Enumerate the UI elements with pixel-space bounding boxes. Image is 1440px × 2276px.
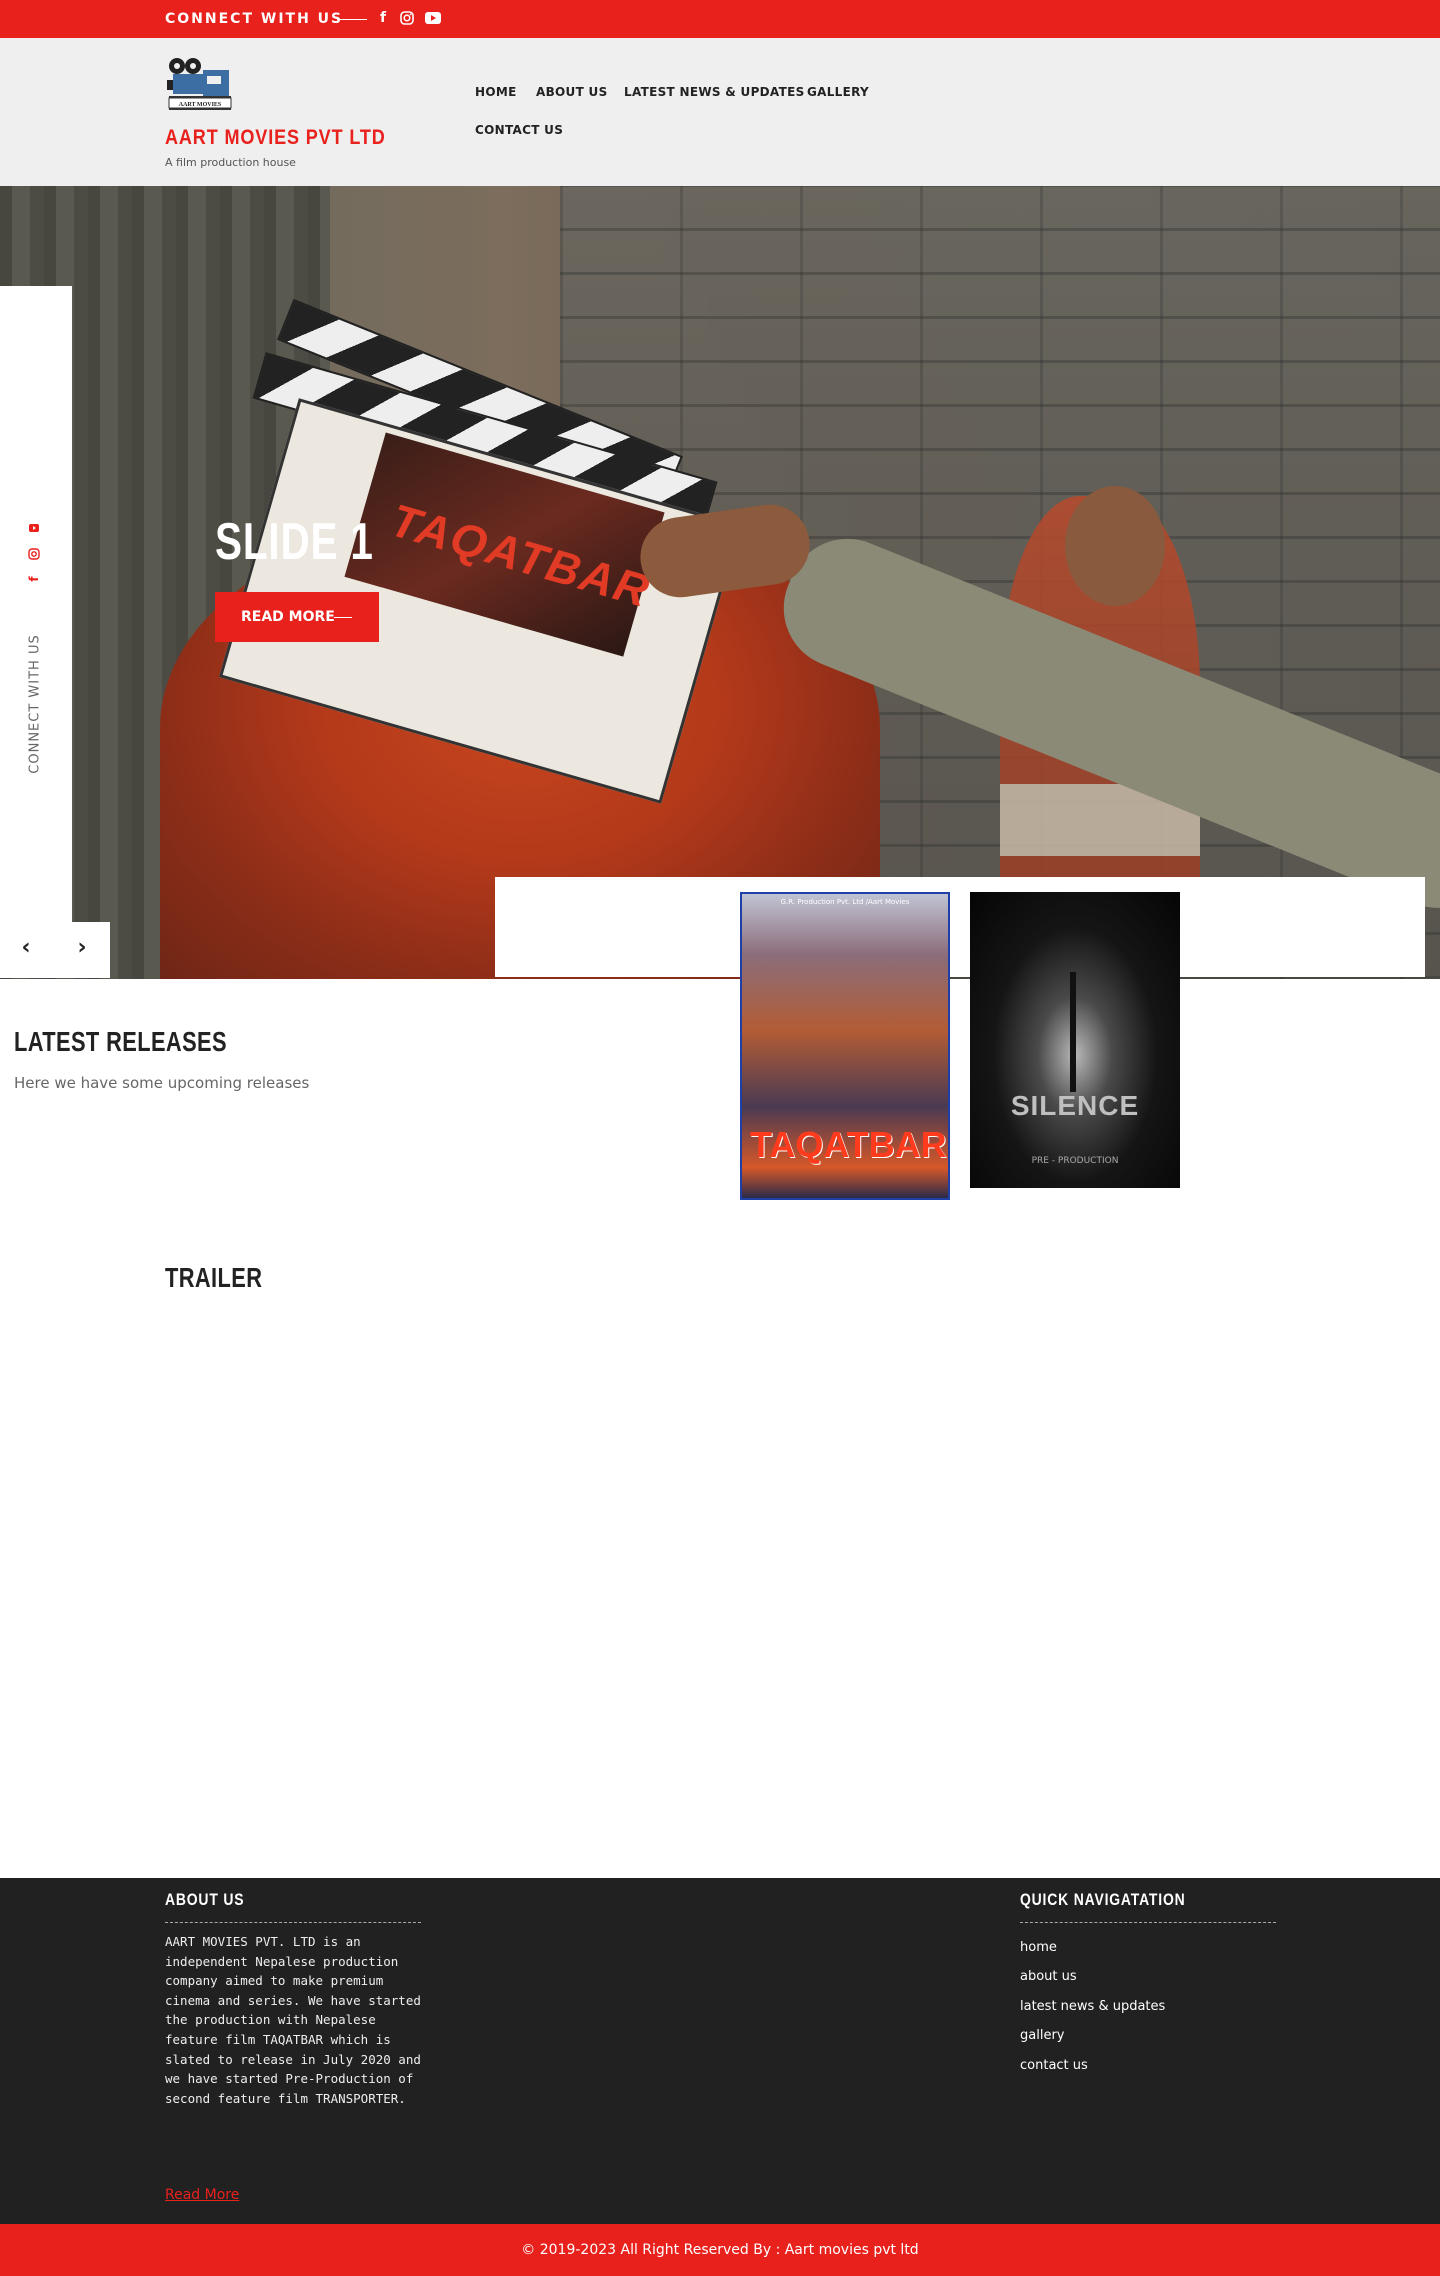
brand-name[interactable]: AART MOVIES PVT LTD bbox=[165, 126, 386, 150]
youtube-icon[interactable] bbox=[423, 8, 443, 28]
connect-label: CONNECT WITH US bbox=[165, 11, 344, 27]
divider-line bbox=[337, 19, 367, 20]
poster-tree bbox=[1070, 972, 1076, 1092]
instagram-icon[interactable] bbox=[26, 548, 42, 564]
releases-overlap-box bbox=[495, 877, 1425, 977]
chevron-right-icon[interactable]: › bbox=[70, 936, 94, 960]
footer-divider bbox=[1020, 1922, 1276, 1923]
side-social-panel: f CONNECT WITH US bbox=[0, 286, 72, 922]
poster-title: SILENCE bbox=[1010, 1090, 1140, 1121]
footer-link-home[interactable]: home bbox=[1020, 1940, 1057, 1955]
slider-arrows: ‹ › bbox=[0, 922, 110, 978]
footer-link-gallery[interactable]: gallery bbox=[1020, 2028, 1064, 2043]
top-bar: CONNECT WITH US f bbox=[0, 0, 1440, 38]
poster-top-text: G.R. Production Pvt. Ltd /Aart Movies bbox=[780, 898, 910, 906]
hero-slider: TAQATBAR bbox=[0, 186, 1440, 979]
instagram-icon[interactable] bbox=[397, 8, 417, 28]
facebook-icon[interactable]: f bbox=[26, 571, 42, 587]
poster-taqatbar[interactable]: G.R. Production Pvt. Ltd /Aart Movies TA… bbox=[740, 892, 950, 1200]
copyright-text: © 2019-2023 All Right Reserved By : Aart… bbox=[521, 2242, 919, 2258]
latest-releases-title: LATEST RELEASES bbox=[14, 1026, 227, 1057]
dash-icon bbox=[334, 617, 352, 618]
youtube-icon[interactable] bbox=[26, 522, 42, 538]
read-more-button[interactable]: READ MORE bbox=[215, 592, 379, 642]
hero-person-head bbox=[1065, 486, 1165, 606]
slide-title: SLIDE 1 bbox=[215, 513, 374, 571]
copyright-bar: © 2019-2023 All Right Reserved By : Aart… bbox=[0, 2224, 1440, 2276]
facebook-icon[interactable]: f bbox=[373, 8, 393, 28]
footer-link-about-us[interactable]: about us bbox=[1020, 1969, 1077, 1984]
footer-read-more-link[interactable]: Read More bbox=[165, 2187, 239, 2203]
nav-contact-us[interactable]: CONTACT US bbox=[475, 123, 563, 137]
side-connect-label: CONNECT WITH US bbox=[27, 634, 43, 774]
poster-title: TAQATBAR bbox=[750, 1124, 947, 1165]
footer-link-contact-us[interactable]: contact us bbox=[1020, 2058, 1088, 2073]
footer-divider bbox=[165, 1922, 421, 1923]
site-header: AART MOVIES AART MOVIES PVT LTD A film p… bbox=[0, 38, 1440, 186]
poster-status: PRE - PRODUCTION bbox=[1031, 1156, 1119, 1166]
brand-tagline: A film production house bbox=[165, 156, 296, 169]
nav-home[interactable]: HOME bbox=[475, 85, 517, 99]
footer-link-latest-news[interactable]: latest news & updates bbox=[1020, 1999, 1165, 2014]
footer-about-text: AART MOVIES PVT. LTD is an independent N… bbox=[165, 1934, 421, 2106]
footer-about-title: ABOUT US bbox=[165, 1890, 245, 1909]
read-more-label: READ MORE bbox=[241, 609, 335, 625]
footer-nav-title: QUICK NAVIGATATION bbox=[1020, 1890, 1186, 1909]
nav-latest-news[interactable]: LATEST NEWS & UPDATES bbox=[624, 85, 805, 99]
trailer-title: TRAILER bbox=[165, 1262, 263, 1293]
latest-releases-subtitle: Here we have some upcoming releases bbox=[14, 1074, 310, 1092]
brand-logo[interactable]: AART MOVIES bbox=[165, 56, 235, 112]
nav-gallery[interactable]: GALLERY bbox=[807, 85, 869, 99]
nav-about-us[interactable]: ABOUT US bbox=[536, 85, 608, 99]
logo-text: AART MOVIES bbox=[179, 102, 222, 108]
chevron-left-icon[interactable]: ‹ bbox=[14, 936, 38, 960]
poster-silence[interactable]: SILENCE PRE - PRODUCTION bbox=[970, 892, 1180, 1188]
